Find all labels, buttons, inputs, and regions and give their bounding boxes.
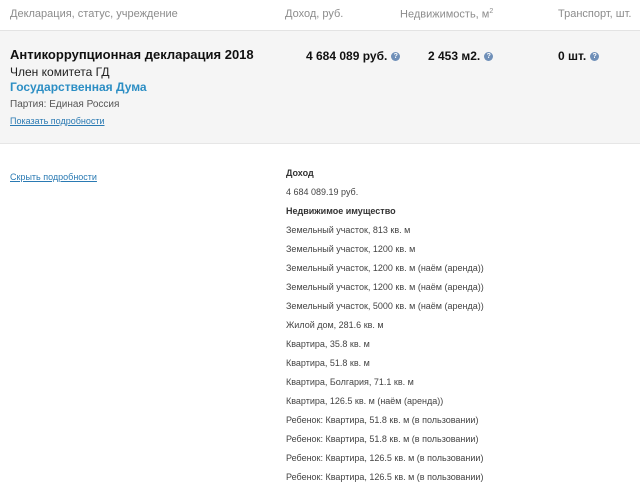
header-declaration: Декларация, статус, учреждение bbox=[10, 8, 178, 20]
official-position: Член комитета ГД bbox=[10, 65, 110, 79]
realty-item: Земельный участок, 1200 кв. м (наём (аре… bbox=[286, 282, 484, 292]
details-list: Доход 4 684 089.19 руб. Недвижимое имуще… bbox=[286, 168, 636, 491]
realty-item: Жилой дом, 281.6 кв. м bbox=[286, 320, 384, 330]
header-transport: Транспорт, шт. bbox=[558, 8, 632, 20]
organization-link[interactable]: Государственная Дума bbox=[10, 80, 147, 94]
income-detail-value: 4 684 089.19 руб. bbox=[286, 187, 359, 197]
transport-cell: 0 шт.? bbox=[558, 49, 600, 63]
header-realty-label: Недвижимость, м bbox=[400, 8, 490, 21]
declaration-title: Антикоррупционная декларация 2018 bbox=[10, 47, 254, 62]
realty-value: 2 453 м2. bbox=[428, 49, 481, 63]
realty-item: Ребенок: Квартира, 126.5 кв. м (в пользо… bbox=[286, 472, 484, 482]
info-icon[interactable]: ? bbox=[391, 52, 401, 61]
realty-item: Квартира, Болгария, 71.1 кв. м bbox=[286, 377, 414, 387]
realty-heading: Недвижимое имущество bbox=[286, 206, 396, 216]
info-icon[interactable]: ? bbox=[484, 52, 494, 61]
realty-item: Квартира, 35.8 кв. м bbox=[286, 339, 370, 349]
party-label: Партия: Единая Россия bbox=[10, 99, 120, 110]
realty-item: Земельный участок, 1200 кв. м (наём (аре… bbox=[286, 263, 484, 273]
realty-item: Ребенок: Квартира, 51.8 кв. м (в пользов… bbox=[286, 415, 479, 425]
realty-item: Земельный участок, 5000 кв. м (наём (аре… bbox=[286, 301, 484, 311]
header-realty: Недвижимость, м2 bbox=[400, 8, 493, 21]
realty-item: Ребенок: Квартира, 51.8 кв. м (в пользов… bbox=[286, 434, 479, 444]
declaration-row: Антикоррупционная декларация 2018 Член к… bbox=[0, 31, 640, 144]
transport-value: 0 шт. bbox=[558, 49, 587, 63]
realty-item: Ребенок: Квартира, 126.5 кв. м (в пользо… bbox=[286, 453, 484, 463]
income-cell: 4 684 089 руб.? bbox=[306, 49, 401, 63]
table-header: Декларация, статус, учреждение Доход, ру… bbox=[0, 0, 640, 31]
income-heading: Доход bbox=[286, 168, 314, 178]
realty-item: Земельный участок, 1200 кв. м bbox=[286, 244, 416, 254]
show-details-link[interactable]: Показать подробности bbox=[10, 116, 104, 126]
info-icon[interactable]: ? bbox=[590, 52, 600, 61]
hide-details-link[interactable]: Скрыть подробности bbox=[10, 172, 97, 182]
details-panel: Скрыть подробности Доход 4 684 089.19 ру… bbox=[0, 144, 640, 497]
income-value: 4 684 089 руб. bbox=[306, 49, 388, 63]
realty-item: Земельный участок, 813 кв. м bbox=[286, 225, 411, 235]
header-income: Доход, руб. bbox=[285, 8, 344, 20]
realty-cell: 2 453 м2.? bbox=[428, 49, 494, 63]
header-realty-sup: 2 bbox=[489, 8, 494, 15]
realty-item: Квартира, 51.8 кв. м bbox=[286, 358, 370, 368]
realty-item: Квартира, 126.5 кв. м (наём (аренда)) bbox=[286, 396, 444, 406]
